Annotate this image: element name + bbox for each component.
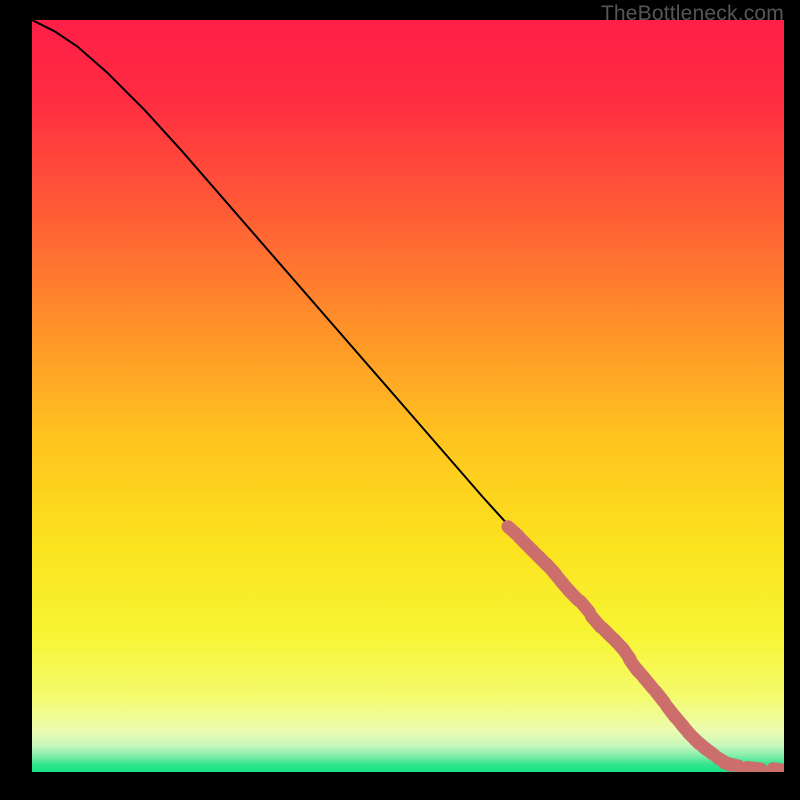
watermark-text: TheBottleneck.com [601,2,784,26]
highlight-marker [580,601,589,612]
chart-svg [32,20,784,772]
gradient-background [32,20,784,772]
highlight-marker [747,768,761,770]
chart-frame [32,20,784,772]
highlight-marker [725,763,739,766]
highlight-marker [656,691,665,702]
highlight-marker [773,769,784,771]
